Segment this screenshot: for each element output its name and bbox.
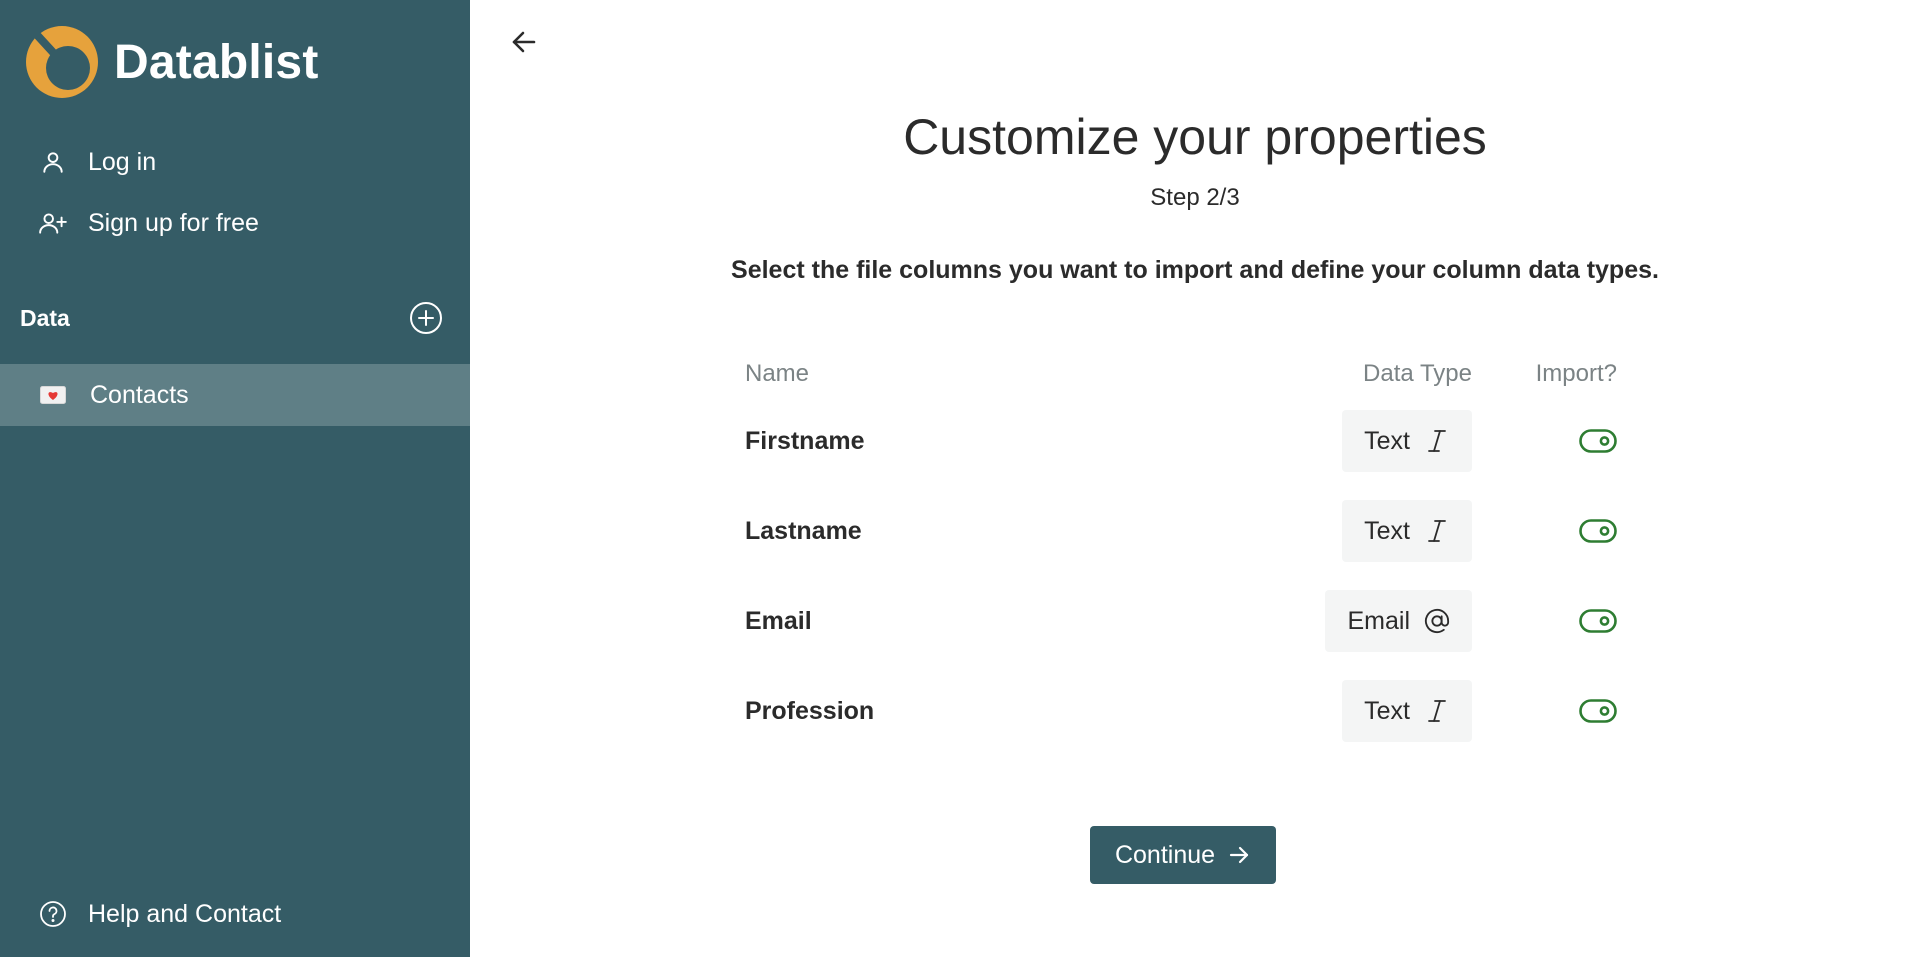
text-cursor-icon [1424,518,1450,544]
import-cell [1472,699,1617,723]
import-toggle[interactable] [1579,609,1617,633]
arrow-right-icon [1227,843,1251,867]
type-cell: Text [1272,680,1472,742]
datablist-logo-icon [26,26,98,98]
signup-link[interactable]: Sign up for free [38,201,259,245]
type-cell: Text [1272,500,1472,562]
continue-button[interactable]: Continue [1090,826,1276,884]
back-arrow-icon[interactable] [506,24,542,60]
help-circle-icon [38,899,68,929]
data-type-selector[interactable]: Text [1342,680,1472,742]
table-row: Lastname Text [745,486,1617,576]
brand-name: Datablist [114,35,319,89]
app-root: Datablist Log in Sign up for free Data C… [0,0,1920,957]
type-cell: Email [1272,590,1472,652]
add-collection-button[interactable] [408,300,444,336]
plus-circle-icon [410,302,442,334]
page-subtitle: Select the file columns you want to impo… [731,256,1659,284]
data-type-selector[interactable]: Text [1342,410,1472,472]
sidebar-item-label: Contacts [90,380,189,409]
user-icon [38,147,68,177]
property-name: Lastname [745,516,862,545]
column-header-type: Data Type [1363,360,1472,387]
data-section-header: Data [20,298,444,338]
text-cursor-icon [1424,428,1450,454]
login-link[interactable]: Log in [38,140,156,184]
sidebar: Datablist Log in Sign up for free Data C… [0,0,470,957]
data-section-title: Data [20,304,70,331]
brand[interactable]: Datablist [24,24,319,100]
table-row: Profession Text [745,666,1617,756]
table-row: Email Email [745,576,1617,666]
data-type-label: Text [1364,696,1410,725]
column-header-import: Import? [1535,360,1617,387]
data-type-label: Text [1364,516,1410,545]
column-header-name: Name [745,360,810,387]
properties-table: Name Data Type Import? Firstname Text La… [745,352,1617,756]
property-name: Profession [745,696,875,725]
data-type-selector[interactable]: Email [1325,590,1472,652]
signup-label: Sign up for free [88,208,259,237]
page-title: Customize your properties [903,109,1487,165]
user-plus-icon [38,208,68,238]
help-label: Help and Contact [88,899,282,928]
data-type-label: Email [1347,606,1410,635]
love-letter-emoji-icon [40,386,66,404]
help-link[interactable]: Help and Contact [38,892,281,936]
data-type-selector[interactable]: Text [1342,500,1472,562]
type-cell: Text [1272,410,1472,472]
import-cell [1472,609,1617,633]
step-indicator: Step 2/3 [1150,184,1240,211]
import-toggle[interactable] [1579,519,1617,543]
main-content: Customize your properties Step 2/3 Selec… [470,0,1920,957]
table-header: Name Data Type Import? [745,352,1617,396]
login-label: Log in [88,147,157,176]
continue-label: Continue [1114,840,1216,869]
import-cell [1472,429,1617,453]
table-row: Firstname Text [745,396,1617,486]
text-cursor-icon [1424,698,1450,724]
property-name: Email [745,606,812,635]
data-type-label: Text [1364,426,1410,455]
import-toggle[interactable] [1579,699,1617,723]
import-toggle[interactable] [1579,429,1617,453]
property-name: Firstname [745,426,865,455]
import-cell [1472,519,1617,543]
sidebar-item-contacts[interactable]: Contacts [0,364,470,426]
at-icon [1424,608,1450,634]
